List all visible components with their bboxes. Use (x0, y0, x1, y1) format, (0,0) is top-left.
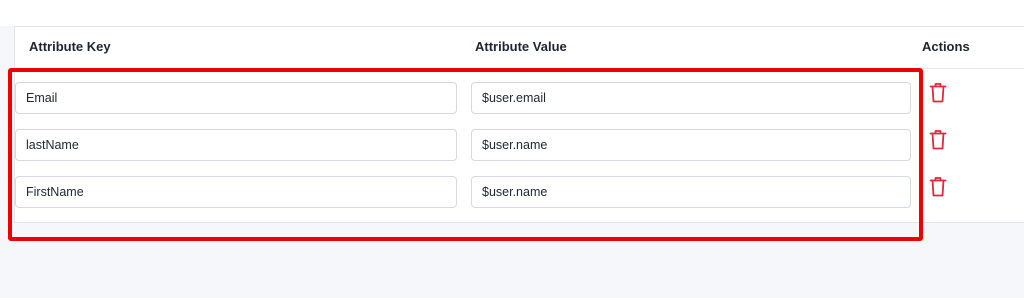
attribute-key-input[interactable] (15, 129, 457, 161)
table-row (15, 129, 1024, 161)
trash-icon (929, 83, 947, 103)
column-header-attribute-value: Attribute Value (475, 39, 567, 54)
card-top (0, 0, 1024, 26)
column-header-actions: Actions (922, 39, 970, 54)
attribute-value-input[interactable] (471, 82, 911, 114)
trash-icon (929, 177, 947, 197)
attribute-mapping-table: Attribute Key Attribute Value Actions (14, 26, 1024, 223)
trash-icon (929, 130, 947, 150)
attribute-value-input[interactable] (471, 129, 911, 161)
page: Attribute Key Attribute Value Actions (0, 0, 1024, 298)
table-row (15, 82, 1024, 114)
delete-row-button[interactable] (927, 129, 949, 153)
attribute-key-input[interactable] (15, 82, 457, 114)
delete-row-button[interactable] (927, 176, 949, 200)
delete-row-button[interactable] (927, 82, 949, 106)
column-header-attribute-key: Attribute Key (29, 39, 111, 54)
table-row (15, 176, 1024, 208)
attribute-value-input[interactable] (471, 176, 911, 208)
table-header: Attribute Key Attribute Value Actions (15, 27, 1024, 69)
attribute-key-input[interactable] (15, 176, 457, 208)
